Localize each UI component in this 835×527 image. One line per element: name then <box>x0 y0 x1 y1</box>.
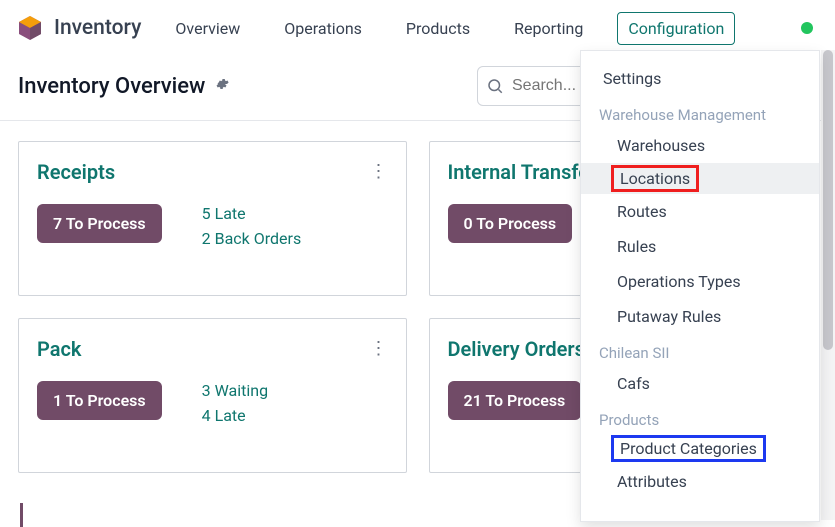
to-process-button[interactable]: 1 To Process <box>37 381 162 420</box>
brand[interactable]: Inventory <box>16 14 141 42</box>
kebab-icon[interactable]: ⋮ <box>370 163 388 181</box>
dd-section-chilean: Chilean SII <box>581 334 819 366</box>
dd-settings[interactable]: Settings <box>581 61 819 96</box>
nav-configuration[interactable]: Configuration <box>617 12 735 45</box>
card-link-backorders[interactable]: 2 Back Orders <box>202 229 302 248</box>
gear-icon[interactable] <box>215 77 229 95</box>
nav-operations[interactable]: Operations <box>274 13 372 44</box>
dd-rules[interactable]: Rules <box>581 229 819 264</box>
to-process-button[interactable]: 0 To Process <box>448 204 573 243</box>
dd-cafs[interactable]: Cafs <box>581 366 819 401</box>
dd-product-categories-row[interactable]: Product Categories <box>581 433 819 464</box>
dd-locations-row[interactable]: Locations <box>581 163 819 194</box>
to-process-button[interactable]: 7 To Process <box>37 204 162 243</box>
dd-routes[interactable]: Routes <box>581 194 819 229</box>
configuration-dropdown: Settings Warehouse Management Warehouses… <box>580 50 820 522</box>
card-title[interactable]: Pack <box>37 337 81 361</box>
dd-product-categories[interactable]: Product Categories <box>611 435 766 462</box>
to-process-button[interactable]: 21 To Process <box>448 381 582 420</box>
status-indicator[interactable] <box>801 22 813 34</box>
kebab-icon[interactable]: ⋮ <box>370 340 388 358</box>
card-link-late[interactable]: 5 Late <box>202 204 302 223</box>
dd-attributes[interactable]: Attributes <box>581 464 819 499</box>
dd-locations[interactable]: Locations <box>611 165 699 192</box>
dd-section-products: Products <box>581 401 819 433</box>
card-title[interactable]: Delivery Orders <box>448 337 585 361</box>
scrollbar[interactable] <box>821 50 835 520</box>
card-stub <box>20 503 23 527</box>
brand-text: Inventory <box>54 16 141 40</box>
dd-warehouses[interactable]: Warehouses <box>581 128 819 163</box>
card-link-late[interactable]: 4 Late <box>202 406 268 425</box>
nav-products[interactable]: Products <box>396 13 480 44</box>
scrollbar-thumb[interactable] <box>823 50 833 350</box>
top-nav: Inventory Overview Operations Products R… <box>0 0 835 56</box>
card-title[interactable]: Receipts <box>37 160 115 184</box>
nav-reporting[interactable]: Reporting <box>504 13 593 44</box>
card-receipts: Receipts ⋮ 7 To Process 5 Late 2 Back Or… <box>18 141 407 296</box>
card-pack: Pack ⋮ 1 To Process 3 Waiting 4 Late <box>18 318 407 473</box>
search-icon <box>486 77 504 95</box>
dd-putaway-rules[interactable]: Putaway Rules <box>581 299 819 334</box>
card-link-waiting[interactable]: 3 Waiting <box>202 381 268 400</box>
nav-overview[interactable]: Overview <box>165 13 250 44</box>
page-title: Inventory Overview <box>18 74 205 99</box>
dd-operations-types[interactable]: Operations Types <box>581 264 819 299</box>
dd-section-warehouse: Warehouse Management <box>581 96 819 128</box>
logo-icon <box>16 14 44 42</box>
